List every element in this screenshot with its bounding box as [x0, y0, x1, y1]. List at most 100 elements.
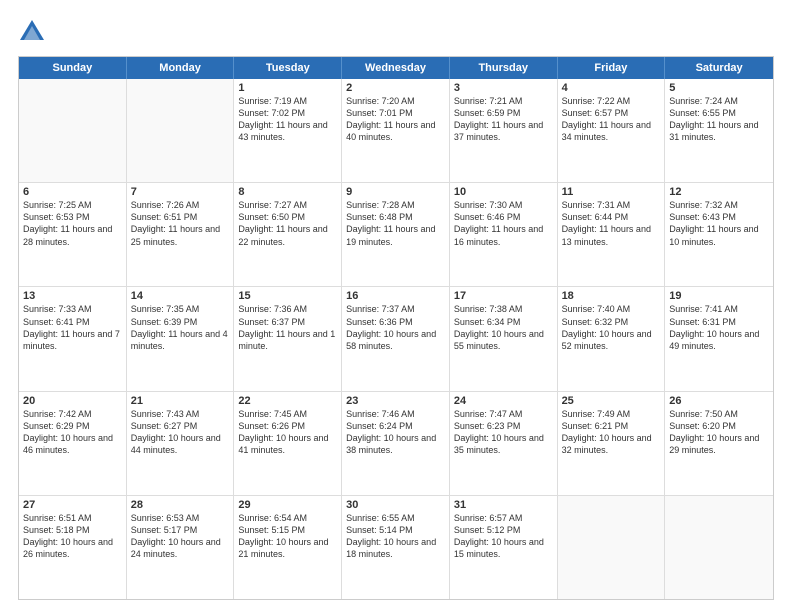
- cell-info: Sunrise: 7:49 AMSunset: 6:21 PMDaylight:…: [562, 408, 661, 457]
- calendar-cell: 25 Sunrise: 7:49 AMSunset: 6:21 PMDaylig…: [558, 392, 666, 495]
- calendar-week-1: 1 Sunrise: 7:19 AMSunset: 7:02 PMDayligh…: [19, 79, 773, 183]
- calendar-cell: 3 Sunrise: 7:21 AMSunset: 6:59 PMDayligh…: [450, 79, 558, 182]
- day-number: 20: [23, 395, 122, 407]
- cell-info: Sunrise: 7:30 AMSunset: 6:46 PMDaylight:…: [454, 199, 553, 248]
- calendar-cell: 1 Sunrise: 7:19 AMSunset: 7:02 PMDayligh…: [234, 79, 342, 182]
- day-number: 16: [346, 290, 445, 302]
- cell-info: Sunrise: 7:27 AMSunset: 6:50 PMDaylight:…: [238, 199, 337, 248]
- cell-info: Sunrise: 7:25 AMSunset: 6:53 PMDaylight:…: [23, 199, 122, 248]
- cell-info: Sunrise: 7:40 AMSunset: 6:32 PMDaylight:…: [562, 303, 661, 352]
- calendar-cell: 5 Sunrise: 7:24 AMSunset: 6:55 PMDayligh…: [665, 79, 773, 182]
- calendar-cell: 18 Sunrise: 7:40 AMSunset: 6:32 PMDaylig…: [558, 287, 666, 390]
- calendar-cell: 9 Sunrise: 7:28 AMSunset: 6:48 PMDayligh…: [342, 183, 450, 286]
- calendar-cell: 26 Sunrise: 7:50 AMSunset: 6:20 PMDaylig…: [665, 392, 773, 495]
- day-number: 7: [131, 186, 230, 198]
- header-day-sunday: Sunday: [19, 57, 127, 79]
- calendar-cell: 14 Sunrise: 7:35 AMSunset: 6:39 PMDaylig…: [127, 287, 235, 390]
- day-number: 23: [346, 395, 445, 407]
- header-day-tuesday: Tuesday: [234, 57, 342, 79]
- day-number: 22: [238, 395, 337, 407]
- day-number: 4: [562, 82, 661, 94]
- header-day-thursday: Thursday: [450, 57, 558, 79]
- cell-info: Sunrise: 7:50 AMSunset: 6:20 PMDaylight:…: [669, 408, 769, 457]
- calendar-cell: 7 Sunrise: 7:26 AMSunset: 6:51 PMDayligh…: [127, 183, 235, 286]
- cell-info: Sunrise: 7:45 AMSunset: 6:26 PMDaylight:…: [238, 408, 337, 457]
- cell-info: Sunrise: 6:51 AMSunset: 5:18 PMDaylight:…: [23, 512, 122, 561]
- calendar-cell: 11 Sunrise: 7:31 AMSunset: 6:44 PMDaylig…: [558, 183, 666, 286]
- cell-info: Sunrise: 7:19 AMSunset: 7:02 PMDaylight:…: [238, 95, 337, 144]
- calendar-cell: 29 Sunrise: 6:54 AMSunset: 5:15 PMDaylig…: [234, 496, 342, 599]
- cell-info: Sunrise: 7:20 AMSunset: 7:01 PMDaylight:…: [346, 95, 445, 144]
- calendar-cell: 24 Sunrise: 7:47 AMSunset: 6:23 PMDaylig…: [450, 392, 558, 495]
- logo-icon: [18, 18, 46, 46]
- cell-info: Sunrise: 7:24 AMSunset: 6:55 PMDaylight:…: [669, 95, 769, 144]
- day-number: 28: [131, 499, 230, 511]
- day-number: 19: [669, 290, 769, 302]
- cell-info: Sunrise: 6:57 AMSunset: 5:12 PMDaylight:…: [454, 512, 553, 561]
- cell-info: Sunrise: 7:33 AMSunset: 6:41 PMDaylight:…: [23, 303, 122, 352]
- header-day-saturday: Saturday: [665, 57, 773, 79]
- cell-info: Sunrise: 6:53 AMSunset: 5:17 PMDaylight:…: [131, 512, 230, 561]
- day-number: 8: [238, 186, 337, 198]
- cell-info: Sunrise: 7:21 AMSunset: 6:59 PMDaylight:…: [454, 95, 553, 144]
- cell-info: Sunrise: 7:47 AMSunset: 6:23 PMDaylight:…: [454, 408, 553, 457]
- cell-info: Sunrise: 6:55 AMSunset: 5:14 PMDaylight:…: [346, 512, 445, 561]
- header-day-friday: Friday: [558, 57, 666, 79]
- calendar-cell: 28 Sunrise: 6:53 AMSunset: 5:17 PMDaylig…: [127, 496, 235, 599]
- cell-info: Sunrise: 7:32 AMSunset: 6:43 PMDaylight:…: [669, 199, 769, 248]
- day-number: 14: [131, 290, 230, 302]
- calendar-week-4: 20 Sunrise: 7:42 AMSunset: 6:29 PMDaylig…: [19, 392, 773, 496]
- day-number: 18: [562, 290, 661, 302]
- calendar-cell: 15 Sunrise: 7:36 AMSunset: 6:37 PMDaylig…: [234, 287, 342, 390]
- day-number: 3: [454, 82, 553, 94]
- calendar-cell: 30 Sunrise: 6:55 AMSunset: 5:14 PMDaylig…: [342, 496, 450, 599]
- cell-info: Sunrise: 7:36 AMSunset: 6:37 PMDaylight:…: [238, 303, 337, 352]
- header-day-monday: Monday: [127, 57, 235, 79]
- calendar-cell: 4 Sunrise: 7:22 AMSunset: 6:57 PMDayligh…: [558, 79, 666, 182]
- cell-info: Sunrise: 7:22 AMSunset: 6:57 PMDaylight:…: [562, 95, 661, 144]
- cell-info: Sunrise: 7:38 AMSunset: 6:34 PMDaylight:…: [454, 303, 553, 352]
- day-number: 15: [238, 290, 337, 302]
- logo: [18, 18, 50, 46]
- day-number: 13: [23, 290, 122, 302]
- day-number: 24: [454, 395, 553, 407]
- calendar-week-2: 6 Sunrise: 7:25 AMSunset: 6:53 PMDayligh…: [19, 183, 773, 287]
- cell-info: Sunrise: 7:42 AMSunset: 6:29 PMDaylight:…: [23, 408, 122, 457]
- day-number: 1: [238, 82, 337, 94]
- calendar-week-3: 13 Sunrise: 7:33 AMSunset: 6:41 PMDaylig…: [19, 287, 773, 391]
- calendar-body: 1 Sunrise: 7:19 AMSunset: 7:02 PMDayligh…: [19, 79, 773, 599]
- calendar-cell: 21 Sunrise: 7:43 AMSunset: 6:27 PMDaylig…: [127, 392, 235, 495]
- calendar-cell: 20 Sunrise: 7:42 AMSunset: 6:29 PMDaylig…: [19, 392, 127, 495]
- cell-info: Sunrise: 6:54 AMSunset: 5:15 PMDaylight:…: [238, 512, 337, 561]
- calendar-cell: 17 Sunrise: 7:38 AMSunset: 6:34 PMDaylig…: [450, 287, 558, 390]
- calendar-cell: 10 Sunrise: 7:30 AMSunset: 6:46 PMDaylig…: [450, 183, 558, 286]
- day-number: 17: [454, 290, 553, 302]
- day-number: 9: [346, 186, 445, 198]
- calendar-cell: 27 Sunrise: 6:51 AMSunset: 5:18 PMDaylig…: [19, 496, 127, 599]
- calendar-cell: 2 Sunrise: 7:20 AMSunset: 7:01 PMDayligh…: [342, 79, 450, 182]
- cell-info: Sunrise: 7:46 AMSunset: 6:24 PMDaylight:…: [346, 408, 445, 457]
- cell-info: Sunrise: 7:31 AMSunset: 6:44 PMDaylight:…: [562, 199, 661, 248]
- day-number: 31: [454, 499, 553, 511]
- day-number: 6: [23, 186, 122, 198]
- calendar-cell: [558, 496, 666, 599]
- day-number: 10: [454, 186, 553, 198]
- header-day-wednesday: Wednesday: [342, 57, 450, 79]
- calendar-cell: 19 Sunrise: 7:41 AMSunset: 6:31 PMDaylig…: [665, 287, 773, 390]
- cell-info: Sunrise: 7:28 AMSunset: 6:48 PMDaylight:…: [346, 199, 445, 248]
- day-number: 27: [23, 499, 122, 511]
- calendar: SundayMondayTuesdayWednesdayThursdayFrid…: [18, 56, 774, 600]
- calendar-cell: 22 Sunrise: 7:45 AMSunset: 6:26 PMDaylig…: [234, 392, 342, 495]
- calendar-header: SundayMondayTuesdayWednesdayThursdayFrid…: [19, 57, 773, 79]
- calendar-cell: 23 Sunrise: 7:46 AMSunset: 6:24 PMDaylig…: [342, 392, 450, 495]
- calendar-cell: 13 Sunrise: 7:33 AMSunset: 6:41 PMDaylig…: [19, 287, 127, 390]
- day-number: 5: [669, 82, 769, 94]
- day-number: 11: [562, 186, 661, 198]
- day-number: 30: [346, 499, 445, 511]
- calendar-cell: [665, 496, 773, 599]
- day-number: 29: [238, 499, 337, 511]
- day-number: 25: [562, 395, 661, 407]
- header: [18, 18, 774, 46]
- calendar-cell: 16 Sunrise: 7:37 AMSunset: 6:36 PMDaylig…: [342, 287, 450, 390]
- page: SundayMondayTuesdayWednesdayThursdayFrid…: [0, 0, 792, 612]
